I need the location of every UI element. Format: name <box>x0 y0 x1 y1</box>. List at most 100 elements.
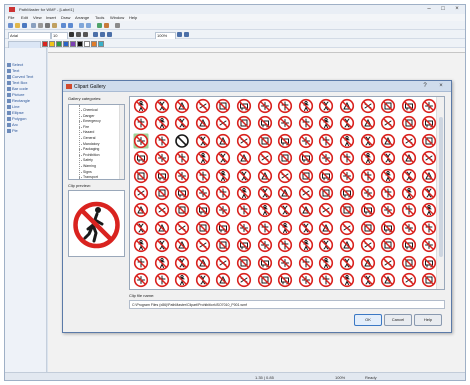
menu-tools[interactable]: Tools <box>95 15 104 20</box>
help-icon[interactable]: ? <box>419 83 431 90</box>
clipart-item[interactable] <box>401 150 417 166</box>
clipart-item[interactable] <box>154 272 170 288</box>
clipart-item[interactable] <box>236 98 252 114</box>
clipart-item[interactable] <box>215 115 231 131</box>
clipart-item[interactable] <box>257 220 273 236</box>
clipart-item[interactable] <box>339 150 355 166</box>
clipart-item[interactable] <box>195 98 211 114</box>
clipart-item[interactable] <box>257 185 273 201</box>
clipart-item[interactable] <box>401 168 417 184</box>
clipart-item[interactable] <box>339 237 355 253</box>
clipart-item[interactable] <box>257 272 273 288</box>
tool-item[interactable]: Pie <box>7 128 18 133</box>
settings-icon[interactable] <box>115 23 120 28</box>
clipart-item[interactable] <box>215 220 231 236</box>
clipart-item[interactable] <box>360 185 376 201</box>
clipart-item[interactable] <box>236 168 252 184</box>
tool-item[interactable]: Polygon <box>7 116 26 121</box>
clipart-item[interactable] <box>318 185 334 201</box>
grid-icon[interactable] <box>177 32 182 37</box>
clipart-item[interactable] <box>298 98 314 114</box>
clipart-item[interactable] <box>380 272 396 288</box>
menu-file[interactable]: File <box>8 15 14 20</box>
clipart-item[interactable] <box>215 237 231 253</box>
clipart-item[interactable] <box>277 237 293 253</box>
clipart-item[interactable] <box>298 202 314 218</box>
clipart-item[interactable] <box>257 255 273 271</box>
clipart-item[interactable] <box>401 220 417 236</box>
help-button[interactable]: Help <box>414 314 442 326</box>
clipart-item[interactable] <box>318 255 334 271</box>
undo-icon[interactable] <box>61 23 66 28</box>
clipart-item[interactable] <box>380 98 396 114</box>
menu-edit[interactable]: Edit <box>21 15 28 20</box>
clipart-item[interactable] <box>318 133 334 149</box>
tool-item[interactable]: Picture <box>7 92 24 97</box>
clipart-item[interactable] <box>236 150 252 166</box>
clipart-item[interactable] <box>298 168 314 184</box>
clipart-item[interactable] <box>154 237 170 253</box>
clipart-item[interactable] <box>215 168 231 184</box>
clipart-item[interactable] <box>215 202 231 218</box>
clipart-item[interactable] <box>318 237 334 253</box>
maximize-button[interactable]: □ <box>437 6 449 13</box>
filename-field[interactable]: C:\Program Files (x86)\PathMaster\Clipar… <box>129 300 445 309</box>
clipart-item[interactable] <box>421 133 437 149</box>
align-right-icon[interactable] <box>107 32 112 37</box>
clipart-item[interactable] <box>421 220 437 236</box>
paste-icon[interactable] <box>52 23 57 28</box>
clipart-item[interactable] <box>339 115 355 131</box>
clipart-item[interactable] <box>380 150 396 166</box>
clipart-item[interactable] <box>154 220 170 236</box>
clipart-item[interactable] <box>360 202 376 218</box>
clipart-item[interactable] <box>380 115 396 131</box>
clipart-item[interactable] <box>421 150 437 166</box>
gallery-icon[interactable] <box>97 23 102 28</box>
category-item[interactable]: Packaging <box>83 147 99 151</box>
clipart-item[interactable] <box>380 133 396 149</box>
clipart-item[interactable] <box>339 185 355 201</box>
bold-icon[interactable] <box>69 32 74 37</box>
clipart-item[interactable] <box>195 220 211 236</box>
underline-icon[interactable] <box>83 32 88 37</box>
clipart-item[interactable] <box>236 133 252 149</box>
zoom-out-icon[interactable] <box>86 23 91 28</box>
tool-item[interactable]: Rectangle <box>7 98 30 103</box>
ok-button[interactable]: OK <box>354 314 382 326</box>
clipart-item[interactable] <box>277 220 293 236</box>
clipart-item[interactable] <box>257 150 273 166</box>
italic-icon[interactable] <box>76 32 81 37</box>
clipart-item[interactable] <box>195 133 211 149</box>
clipart-item[interactable] <box>318 202 334 218</box>
clipart-item[interactable] <box>277 185 293 201</box>
clipart-item[interactable] <box>298 115 314 131</box>
clipart-item[interactable] <box>380 168 396 184</box>
close-button[interactable]: × <box>451 6 463 13</box>
clipart-item[interactable] <box>174 272 190 288</box>
clipart-item[interactable] <box>380 255 396 271</box>
clipart-item[interactable] <box>174 237 190 253</box>
tool-item[interactable]: Arc <box>7 122 18 127</box>
menu-view[interactable]: View <box>33 15 42 20</box>
clipart-item[interactable] <box>236 185 252 201</box>
clipart-item[interactable] <box>360 133 376 149</box>
clipart-item[interactable] <box>215 98 231 114</box>
clipart-item[interactable] <box>174 133 190 149</box>
snap-icon[interactable] <box>184 32 189 37</box>
clipart-item[interactable] <box>174 255 190 271</box>
color-swatch[interactable] <box>49 41 55 47</box>
clipart-item[interactable] <box>174 168 190 184</box>
clipart-item[interactable] <box>298 185 314 201</box>
clipart-item[interactable] <box>339 168 355 184</box>
clipart-item[interactable] <box>318 168 334 184</box>
tool-item[interactable]: Text <box>7 68 19 73</box>
clipart-item[interactable] <box>195 168 211 184</box>
clipart-item[interactable] <box>133 255 149 271</box>
clipart-item[interactable] <box>277 150 293 166</box>
clipart-item[interactable] <box>174 115 190 131</box>
menu-insert[interactable]: Insert <box>46 15 56 20</box>
clipart-item[interactable] <box>360 220 376 236</box>
clipart-item[interactable] <box>360 150 376 166</box>
clipart-item[interactable] <box>133 168 149 184</box>
clipart-item[interactable] <box>236 202 252 218</box>
